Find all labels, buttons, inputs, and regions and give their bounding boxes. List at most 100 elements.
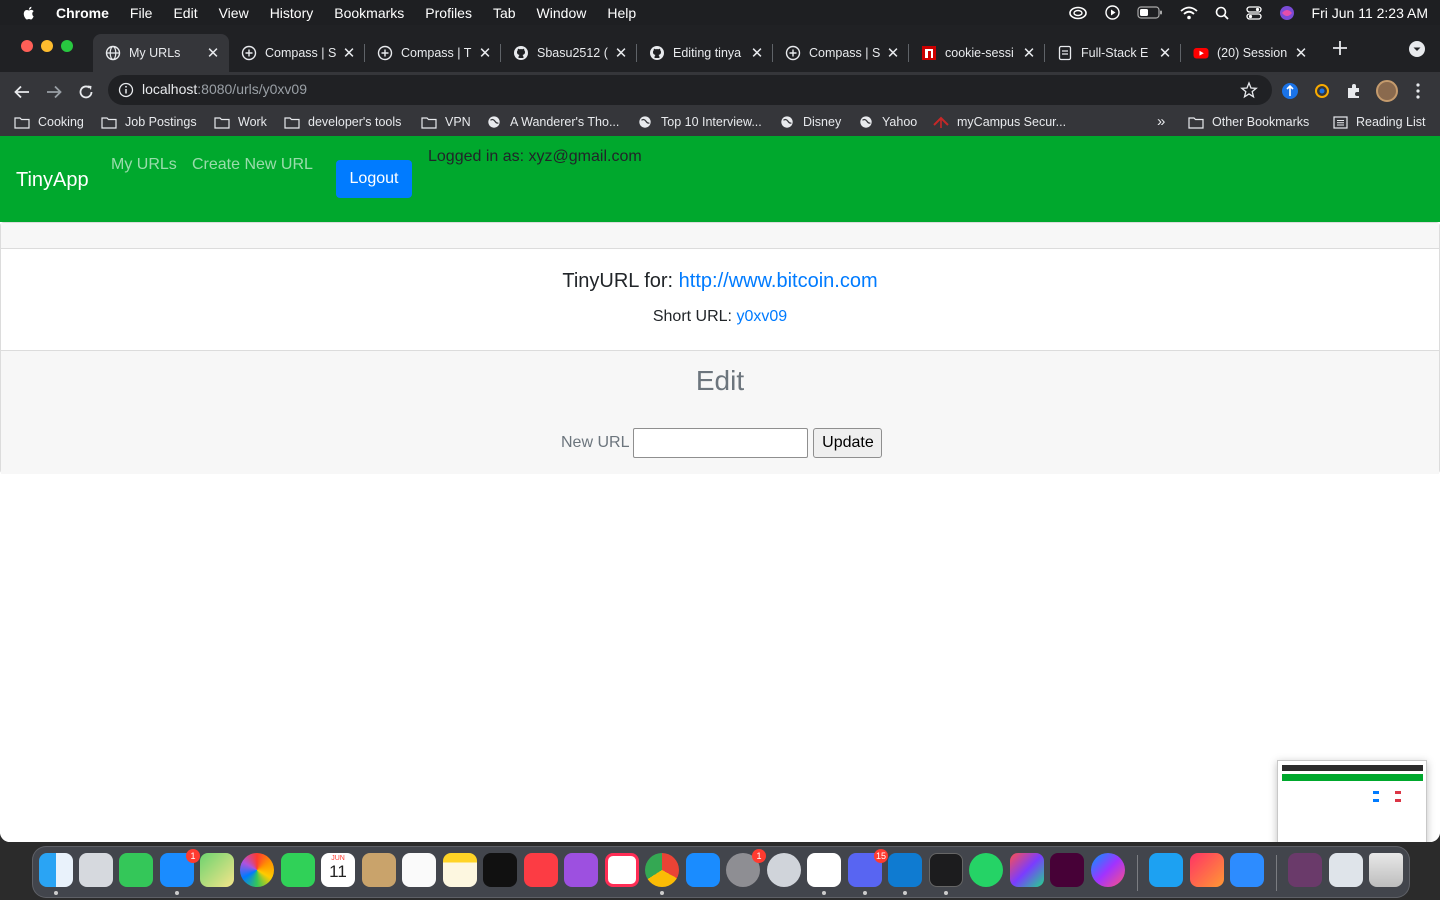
address-url[interactable]: localhost:8080/urls/y0xv09 bbox=[142, 81, 307, 97]
tab-github-editing[interactable]: Editing tinya ✕ bbox=[637, 34, 773, 72]
nav-create-new-url[interactable]: Create New URL bbox=[192, 156, 313, 174]
tab-close-icon[interactable]: ✕ bbox=[205, 44, 221, 62]
profile-avatar[interactable] bbox=[1376, 80, 1398, 102]
tab-compass-2[interactable]: Compass | T ✕ bbox=[365, 34, 501, 72]
menu-history[interactable]: History bbox=[270, 5, 314, 21]
vscode-icon[interactable] bbox=[888, 853, 922, 887]
creative-cloud-icon[interactable] bbox=[1068, 6, 1088, 20]
menu-clock[interactable]: Fri Jun 11 2:23 AM bbox=[1312, 5, 1428, 21]
zoom-window-button[interactable] bbox=[61, 40, 73, 52]
forward-arrow-icon[interactable] bbox=[45, 83, 63, 101]
info-icon[interactable] bbox=[118, 82, 134, 98]
extension-blue-icon[interactable] bbox=[1281, 82, 1299, 100]
tab-close-icon[interactable]: ✕ bbox=[341, 44, 357, 62]
notes-icon[interactable] bbox=[443, 853, 477, 887]
kebab-menu-icon[interactable] bbox=[1411, 82, 1425, 100]
address-bar[interactable]: localhost:8080/urls/y0xv09 bbox=[108, 75, 1272, 105]
discord-icon[interactable]: 15 bbox=[848, 849, 888, 887]
reading-list-button[interactable]: Reading List bbox=[1333, 115, 1426, 129]
reminders-icon[interactable] bbox=[402, 853, 436, 887]
podcasts-icon[interactable] bbox=[564, 853, 598, 887]
menu-window[interactable]: Window bbox=[537, 5, 587, 21]
messenger-icon[interactable] bbox=[1091, 853, 1125, 887]
bookmark-work[interactable]: Work bbox=[214, 115, 267, 129]
system-preferences-icon[interactable]: 1 bbox=[726, 849, 766, 887]
bookmark-developer-tools[interactable]: developer's tools bbox=[284, 115, 401, 129]
bookmark-wanderer[interactable]: A Wanderer's Tho... bbox=[486, 115, 619, 129]
menu-file[interactable]: File bbox=[130, 5, 153, 21]
bookmark-other-bookmarks[interactable]: Other Bookmarks bbox=[1188, 115, 1309, 129]
tab-close-icon[interactable]: ✕ bbox=[749, 44, 765, 62]
slack-icon[interactable] bbox=[807, 853, 841, 887]
bookmark-top-10-interview[interactable]: Top 10 Interview... bbox=[637, 115, 762, 129]
tab-close-icon[interactable]: ✕ bbox=[1157, 44, 1173, 62]
bookmarks-overflow-button[interactable]: » bbox=[1157, 113, 1165, 130]
tab-search-button[interactable] bbox=[1409, 41, 1425, 57]
trash-icon[interactable] bbox=[1369, 853, 1403, 887]
spotlight-search-icon[interactable] bbox=[1215, 6, 1229, 20]
creative-cloud-app-icon[interactable] bbox=[1190, 853, 1224, 887]
documents-stack-icon[interactable] bbox=[1329, 853, 1363, 887]
brand-link[interactable]: TinyApp bbox=[16, 169, 89, 192]
apple-tv-icon[interactable] bbox=[483, 853, 517, 887]
minimize-window-button[interactable] bbox=[41, 40, 53, 52]
tab-close-icon[interactable]: ✕ bbox=[477, 44, 493, 62]
tab-cookie-session[interactable]: cookie-sessi ✕ bbox=[909, 34, 1045, 72]
menu-chrome[interactable]: Chrome bbox=[56, 5, 109, 21]
nav-my-urls[interactable]: My URLs bbox=[111, 156, 177, 174]
siri-icon[interactable] bbox=[1279, 5, 1295, 21]
extensions-puzzle-icon[interactable] bbox=[1345, 82, 1363, 100]
bookmark-yahoo[interactable]: Yahoo bbox=[858, 115, 917, 129]
short-url-link[interactable]: y0xv09 bbox=[736, 308, 787, 325]
logout-button[interactable]: Logout bbox=[336, 160, 412, 198]
terminal-icon[interactable] bbox=[929, 853, 963, 887]
menu-help[interactable]: Help bbox=[607, 5, 636, 21]
intellij-icon[interactable] bbox=[1010, 853, 1044, 887]
facetime-icon[interactable] bbox=[281, 853, 315, 887]
tab-compass-3[interactable]: Compass | S ✕ bbox=[773, 34, 909, 72]
photos-icon[interactable] bbox=[240, 853, 274, 887]
mail-icon[interactable]: 1 bbox=[160, 849, 200, 887]
play-icon[interactable] bbox=[1104, 5, 1120, 20]
bookmark-disney[interactable]: Disney bbox=[779, 115, 841, 129]
wifi-icon[interactable] bbox=[1179, 6, 1198, 20]
finder-icon[interactable] bbox=[39, 853, 73, 887]
control-center-icon[interactable] bbox=[1245, 5, 1262, 20]
update-button[interactable]: Update bbox=[813, 428, 883, 458]
bookmark-vpn[interactable]: VPN bbox=[421, 115, 471, 129]
menu-tab[interactable]: Tab bbox=[493, 5, 516, 21]
tab-close-icon[interactable]: ✕ bbox=[1021, 44, 1037, 62]
twitter-icon[interactable] bbox=[1149, 853, 1183, 887]
tab-close-icon[interactable]: ✕ bbox=[1293, 44, 1309, 62]
menu-profiles[interactable]: Profiles bbox=[425, 5, 472, 21]
maps-icon[interactable] bbox=[200, 853, 234, 887]
menu-view[interactable]: View bbox=[219, 5, 249, 21]
tab-full-stack[interactable]: Full-Stack E ✕ bbox=[1045, 34, 1181, 72]
battery-icon[interactable] bbox=[1136, 6, 1163, 19]
whatsapp-icon[interactable] bbox=[969, 853, 1003, 887]
chrome-icon[interactable] bbox=[645, 853, 679, 887]
tab-close-icon[interactable]: ✕ bbox=[613, 44, 629, 62]
music-icon[interactable] bbox=[524, 853, 558, 887]
tab-youtube-session[interactable]: (20) Session ✕ bbox=[1181, 34, 1317, 72]
news-icon[interactable] bbox=[605, 853, 639, 887]
new-tab-button[interactable] bbox=[1330, 38, 1350, 58]
menu-edit[interactable]: Edit bbox=[173, 5, 197, 21]
downloads-stack-icon[interactable] bbox=[1288, 853, 1322, 887]
apple-logo-icon[interactable] bbox=[20, 4, 38, 22]
new-url-input[interactable] bbox=[633, 428, 809, 458]
messages-icon[interactable] bbox=[119, 853, 153, 887]
contacts-icon[interactable] bbox=[362, 853, 396, 887]
reload-icon[interactable] bbox=[77, 83, 95, 101]
close-window-button[interactable] bbox=[21, 40, 33, 52]
app-store-icon[interactable] bbox=[686, 853, 720, 887]
bookmark-job-postings[interactable]: Job Postings bbox=[101, 115, 197, 129]
tab-my-urls[interactable]: My URLs ✕ bbox=[93, 34, 229, 72]
tab-github-profile[interactable]: Sbasu2512 ( ✕ bbox=[501, 34, 637, 72]
long-url-link[interactable]: http://www.bitcoin.com bbox=[679, 270, 878, 292]
bookmark-cooking[interactable]: Cooking bbox=[14, 115, 84, 129]
launchpad-icon[interactable] bbox=[79, 853, 113, 887]
menu-bookmarks[interactable]: Bookmarks bbox=[334, 5, 404, 21]
tab-compass-1[interactable]: Compass | S ✕ bbox=[229, 34, 365, 72]
tab-close-icon[interactable]: ✕ bbox=[885, 44, 901, 62]
